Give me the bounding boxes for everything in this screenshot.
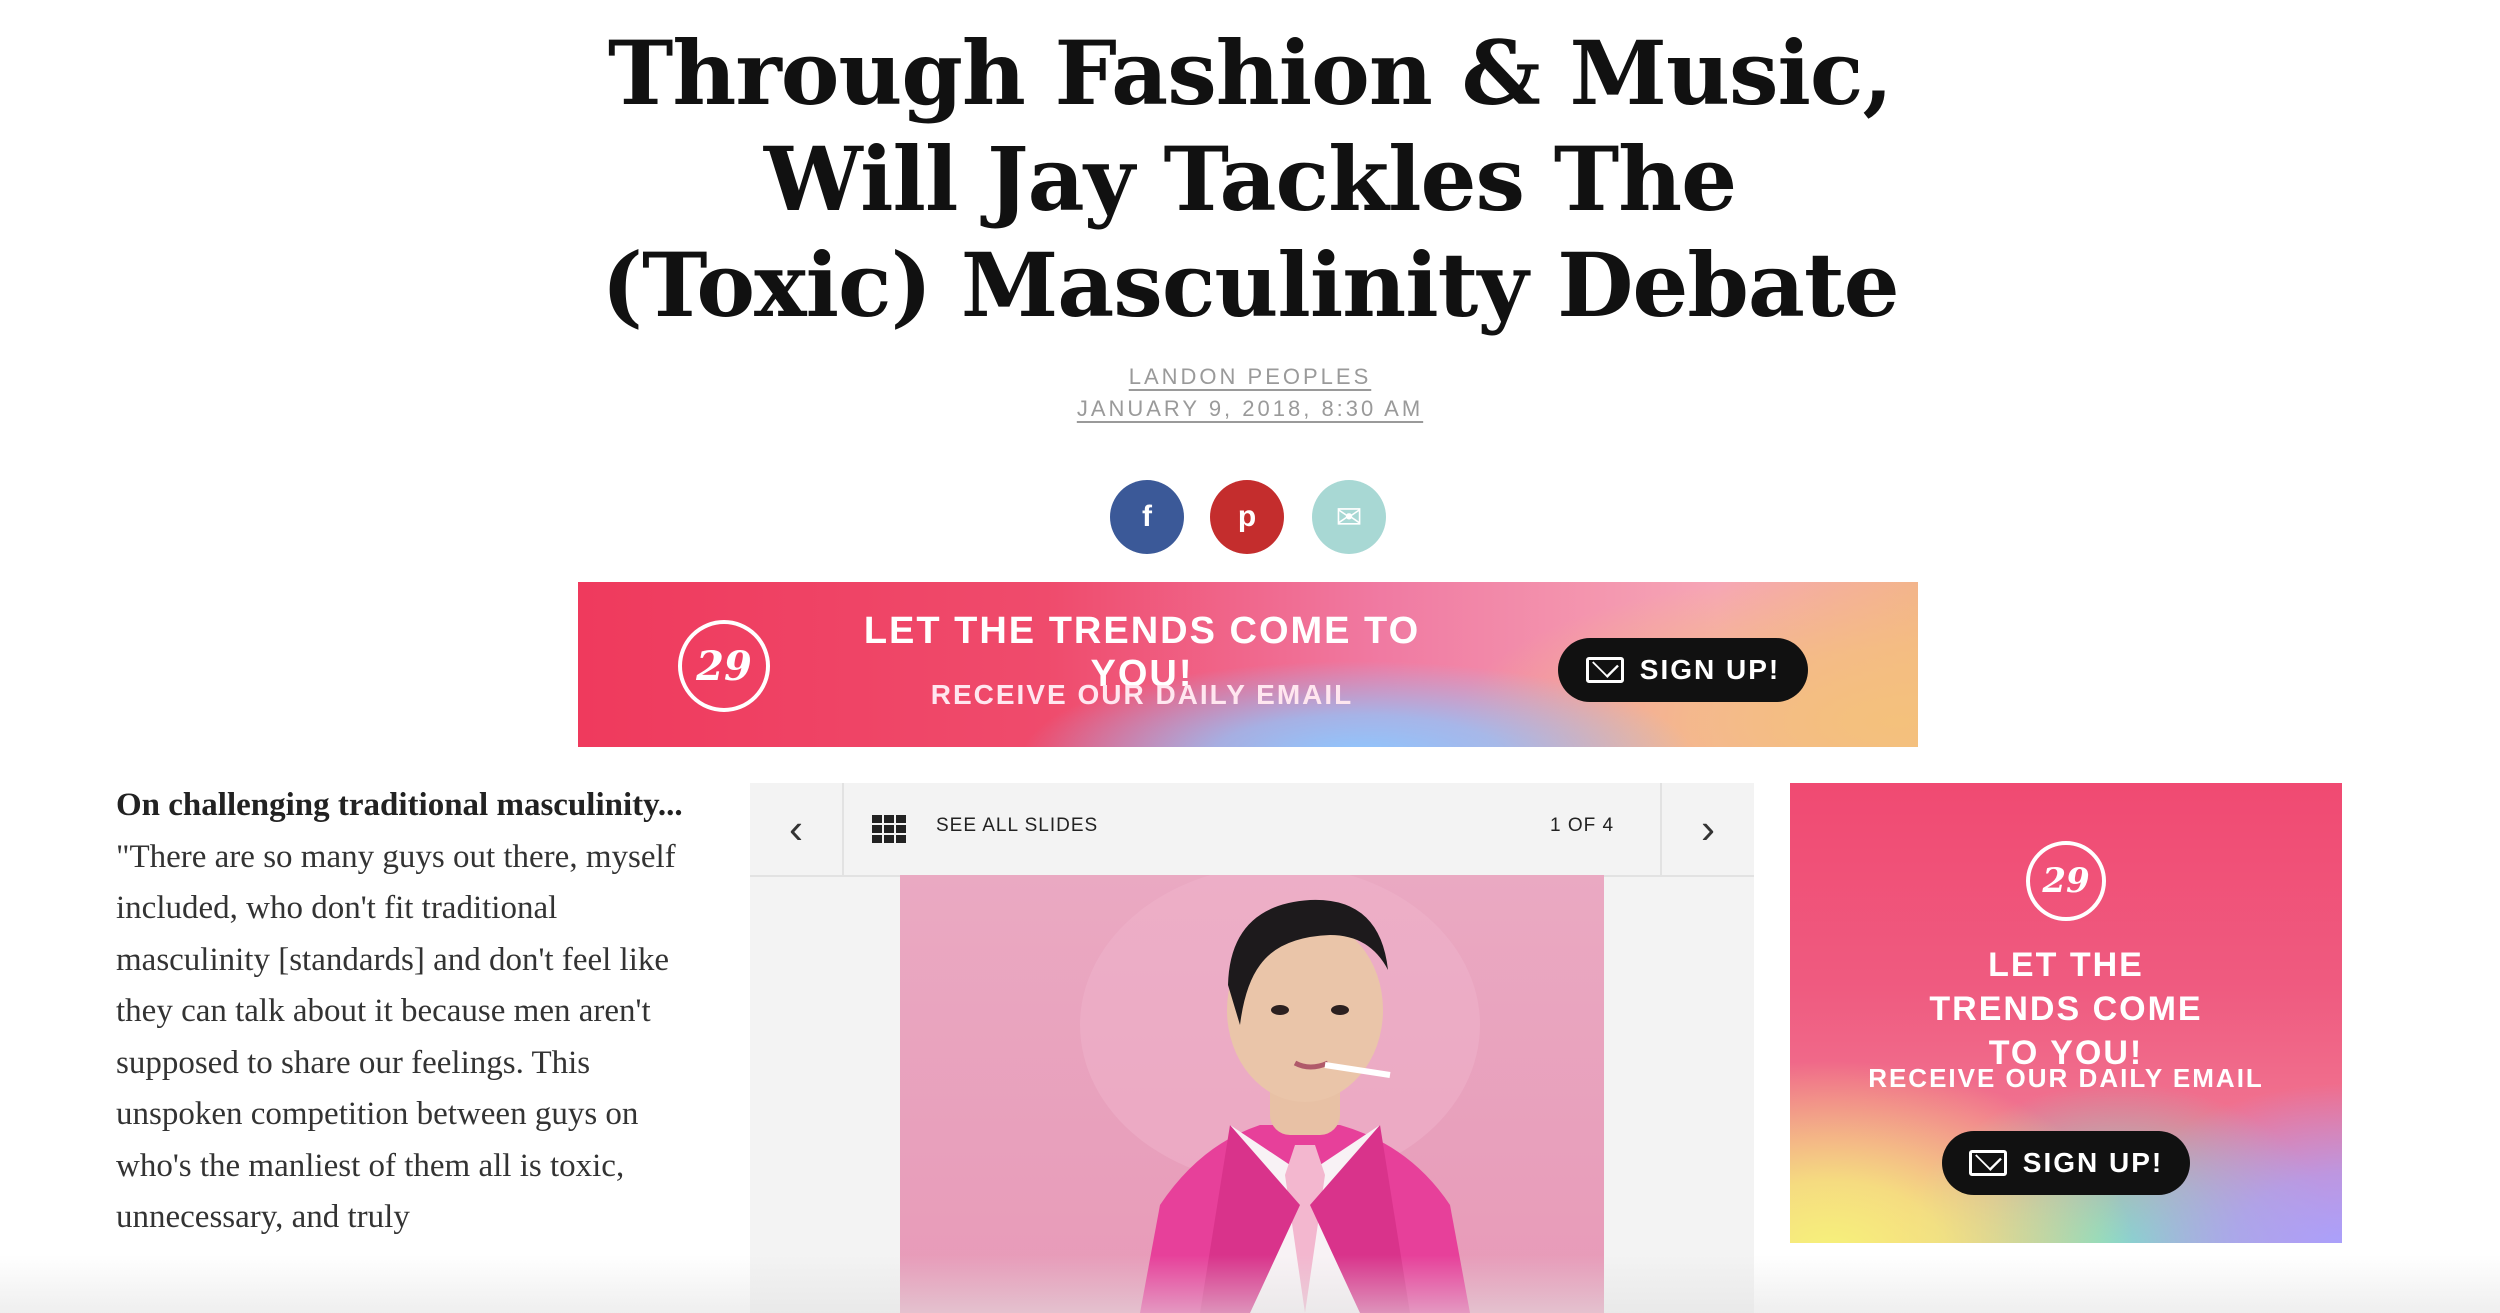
banner-signup-button[interactable]: SIGN UP! [1558, 638, 1808, 702]
see-all-slides-link[interactable]: SEE ALL SLIDES [936, 815, 1098, 837]
facebook-share-button[interactable]: f [1110, 480, 1184, 554]
slideshow-toolbar: ‹ SEE ALL SLIDES 1 OF 4 › [750, 783, 1754, 877]
next-slide-button[interactable]: › [1660, 783, 1754, 875]
newsletter-banner-ad[interactable]: 29 LET THE TRENDS COME TO YOU! RECEIVE O… [578, 582, 1918, 747]
side-ad-signup-button[interactable]: SIGN UP! [1942, 1131, 2190, 1195]
slide-photo [900, 875, 1604, 1313]
newsletter-side-ad[interactable]: 29 LET THE TRENDS COME TO YOU! RECEIVE O… [1790, 783, 2342, 1243]
article-lead: On challenging traditional masculinity..… [116, 787, 683, 823]
author-link[interactable]: LANDON PEOPLES [0, 364, 2500, 390]
email-icon: ✉ [1335, 499, 1363, 535]
article-body: On challenging traditional masculinity..… [116, 780, 696, 1244]
side-ad-subline: RECEIVE OUR DAILY EMAIL [1868, 1063, 2264, 1093]
pinterest-share-button[interactable]: p [1210, 480, 1284, 554]
chevron-left-icon: ‹ [789, 805, 803, 852]
refinery29-logo: 29 [678, 620, 770, 712]
article-paragraph: "There are so many guys out there, mysel… [116, 838, 676, 1236]
side-ad-headline: LET THE TRENDS COME TO YOU! [1790, 943, 2342, 1075]
previous-slide-button[interactable]: ‹ [750, 783, 844, 875]
slide-counter: 1 OF 4 [1550, 815, 1615, 836]
side-ad-headline-text: LET THE TRENDS COME TO YOU! [1929, 946, 2203, 1072]
slideshow: ‹ SEE ALL SLIDES 1 OF 4 › [750, 783, 1754, 1313]
facebook-icon: f [1142, 500, 1152, 533]
chevron-right-icon: › [1701, 805, 1715, 852]
envelope-icon [1585, 657, 1624, 683]
refinery29-logo: 29 [2026, 841, 2106, 921]
article-title: Through Fashion & Music, Will Jay Tackle… [601, 21, 1899, 337]
publish-date: JANUARY 9, 2018, 8:30 AM [1076, 396, 1424, 421]
portrait-illustration [1080, 875, 1480, 1313]
pinterest-icon: p [1237, 500, 1257, 533]
banner-subline: RECEIVE OUR DAILY EMAIL [930, 679, 1354, 710]
banner-signup-label: SIGN UP! [1639, 654, 1781, 685]
envelope-icon [1968, 1150, 2007, 1176]
email-share-button[interactable]: ✉ [1312, 480, 1386, 554]
grid-icon[interactable] [872, 815, 906, 843]
side-ad-signup-label: SIGN UP! [2022, 1147, 2164, 1178]
